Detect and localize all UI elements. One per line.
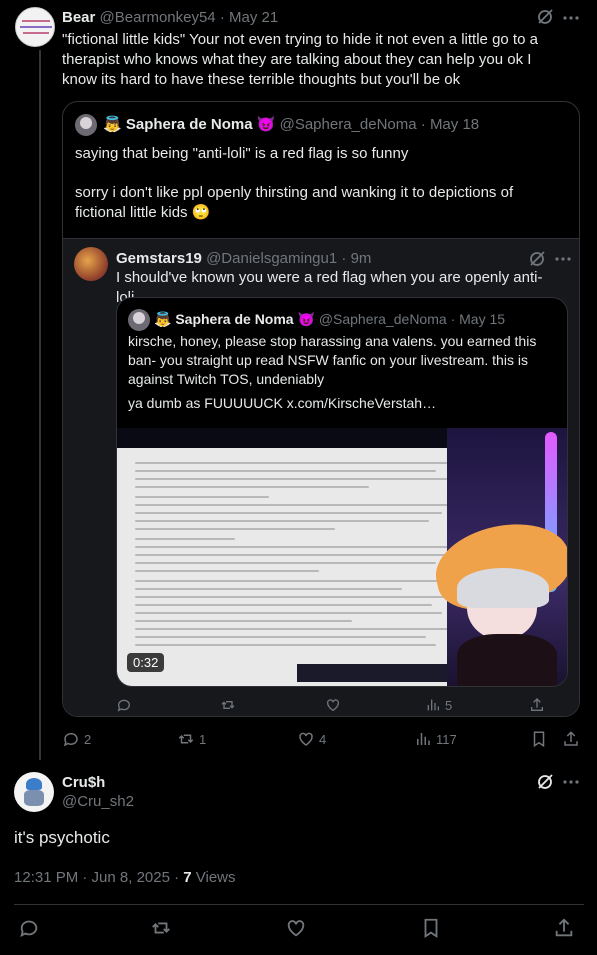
more-icon[interactable] [554, 250, 572, 268]
name-emoji: 😈 [297, 311, 315, 327]
author-name[interactable]: Saphera de Noma [175, 311, 293, 327]
views-icon [425, 697, 441, 713]
retweet-icon [177, 730, 195, 748]
stream-chat-bar [297, 664, 447, 682]
retweet-icon[interactable] [150, 917, 172, 939]
name-emoji: 😈 [256, 116, 276, 133]
avatar[interactable] [74, 247, 108, 281]
views-count: 7 [183, 869, 192, 886]
quote-text: kirsche, honey, please stop harassing an… [128, 333, 537, 387]
inner-quote-card[interactable]: 👼 Saphera de Noma 😈 @Saphera_deNoma · Ma… [116, 297, 568, 687]
quote-header: 👼 Saphera de Noma 😈 @Saphera_deNoma · Ma… [103, 115, 479, 135]
reply-icon [62, 730, 80, 748]
tweet-date[interactable]: May 15 [459, 311, 505, 327]
quote-text-line2: sorry i don't like ppl openly thirsting … [75, 183, 565, 223]
quote-text-link[interactable]: ya dumb as FUUUUUCK x.com/KirscheVerstah… [128, 394, 560, 413]
separator-dot: · [219, 9, 225, 26]
quote-header: 👼 Saphera de Noma 😈 @Saphera_deNoma · Ma… [154, 309, 505, 329]
author-handle[interactable]: @Saphera_deNoma [319, 311, 447, 327]
tweet-text: "fictional little kids" Your not even tr… [62, 31, 538, 88]
views-count: 117 [436, 731, 457, 747]
video-player[interactable]: 0:32 [117, 428, 567, 686]
like-count: 4 [319, 731, 327, 747]
quote-card[interactable]: 👼 Saphera de Noma 😈 @Saphera_deNoma · Ma… [62, 101, 580, 717]
video-duration: 0:32 [127, 653, 165, 672]
author-handle[interactable]: @Cru_sh2 [62, 792, 134, 812]
more-icon[interactable] [562, 9, 580, 27]
tweet-date[interactable]: May 18 [430, 116, 479, 133]
views-icon [414, 730, 432, 748]
more-icon[interactable] [562, 773, 580, 791]
nested-quote-area[interactable]: Gemstars19 @Danielsgamingu1 · 9m I shoul… [63, 238, 579, 716]
thread-line [39, 50, 41, 760]
grok-icon[interactable] [536, 8, 554, 26]
reply-icon[interactable] [18, 917, 40, 939]
separator-dot: · [341, 250, 347, 267]
rolling-eyes-emoji: 🙄 [191, 204, 211, 221]
main-tweet-text: it's psychotic [14, 828, 110, 847]
video-document-frame [117, 448, 487, 686]
badge-emoji: 👼 [103, 116, 122, 133]
tweet-date[interactable]: 9m [351, 250, 372, 267]
author-name[interactable]: Cru$h [62, 773, 105, 793]
views-stat[interactable]: 117 [414, 730, 457, 748]
reply-stat[interactable]: 2 [62, 730, 91, 748]
avatar[interactable] [128, 309, 150, 331]
author-name[interactable]: Bear [62, 9, 95, 26]
views-count: 5 [445, 697, 453, 713]
vtuber-hair [457, 568, 549, 608]
separator-dot: · [450, 311, 456, 327]
tweet-date[interactable]: May 21 [229, 9, 278, 26]
bookmark-icon[interactable] [530, 730, 548, 748]
share-icon[interactable] [562, 730, 580, 748]
tweet-timestamp: 12:31 PM · Jun 8, 2025 · 7 Views [14, 868, 236, 888]
share-icon[interactable] [529, 697, 545, 713]
bookmark-icon[interactable] [420, 917, 442, 939]
avatar[interactable] [14, 772, 54, 812]
retweet-icon[interactable] [220, 697, 236, 713]
grok-icon[interactable] [536, 773, 554, 791]
divider [14, 904, 584, 905]
views-label: Views [191, 869, 236, 886]
author-handle[interactable]: @Saphera_deNoma [280, 116, 417, 133]
badge-emoji: 👼 [154, 311, 172, 327]
author-name[interactable]: Saphera de Noma [126, 116, 253, 133]
reply-icon[interactable] [116, 697, 132, 713]
tweet-header: Bear @Bearmonkey54 · May 21 [62, 8, 278, 28]
quote-text: sorry i don't like ppl openly thirsting … [75, 184, 514, 221]
avatar[interactable] [15, 7, 55, 47]
like-icon[interactable] [325, 697, 341, 713]
avatar[interactable] [75, 114, 97, 136]
like-icon[interactable] [285, 917, 307, 939]
grok-icon[interactable] [528, 250, 546, 268]
like-icon [297, 730, 315, 748]
like-stat[interactable]: 4 [297, 730, 326, 748]
quote-header: Gemstars19 @Danielsgamingu1 · 9m [116, 249, 371, 269]
views-stat[interactable]: 5 [425, 697, 452, 713]
timestamp-text[interactable]: 12:31 PM · Jun 8, 2025 · [14, 869, 183, 886]
author-name[interactable]: Gemstars19 [116, 250, 202, 267]
author-handle[interactable]: @Danielsgamingu1 [206, 250, 337, 267]
retweet-stat[interactable]: 1 [177, 730, 206, 748]
quote-text-line1: saying that being "anti-loli" is a red f… [75, 145, 409, 162]
vtuber-body [457, 634, 557, 686]
share-icon[interactable] [553, 917, 575, 939]
author-handle[interactable]: @Bearmonkey54 [100, 9, 216, 26]
separator-dot: · [420, 116, 426, 133]
retweet-count: 1 [199, 731, 207, 747]
reply-count: 2 [84, 731, 92, 747]
